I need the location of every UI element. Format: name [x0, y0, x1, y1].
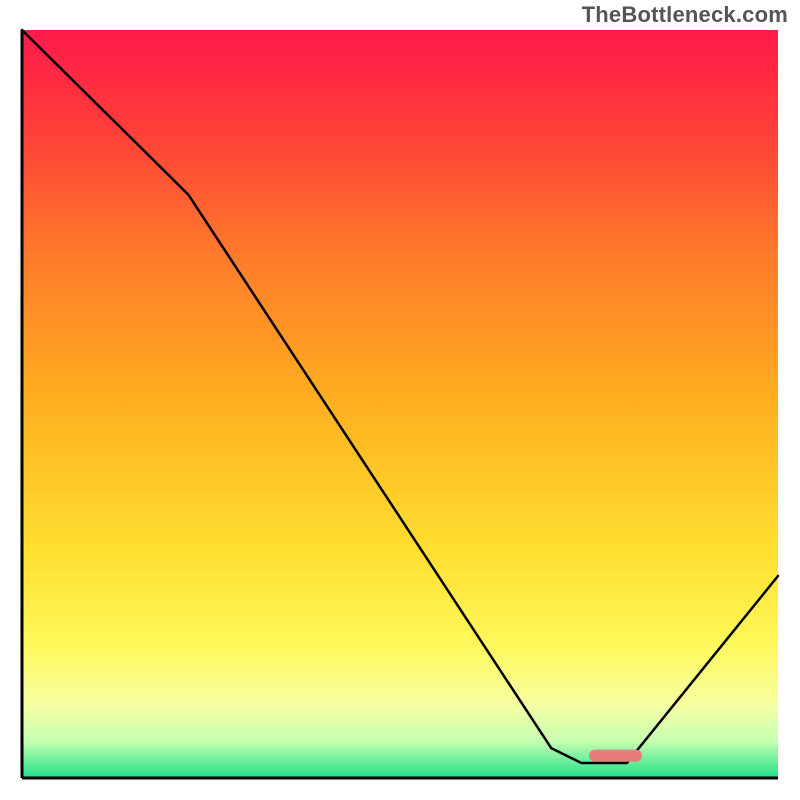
optimal-marker [589, 750, 642, 762]
bottleneck-chart [0, 0, 800, 800]
